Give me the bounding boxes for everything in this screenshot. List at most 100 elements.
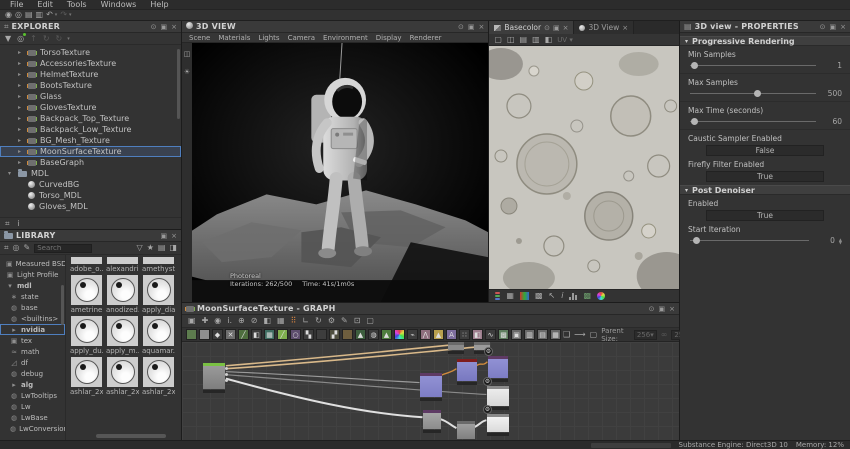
view3d-menu-renderer[interactable]: Renderer [407, 34, 445, 42]
explorer-scrollbar[interactable] [177, 49, 180, 119]
node-curve-icon[interactable]: ∿ [485, 329, 496, 340]
channels-icon[interactable] [495, 292, 501, 300]
node-mtn-icon[interactable]: ⋀ [420, 329, 431, 340]
node-clay-icon[interactable] [342, 329, 353, 340]
tree-item-backpack_top_texture[interactable]: ▸ Backpack_Top_Texture [0, 113, 181, 124]
node-g2-icon[interactable]: ▥ [524, 329, 535, 340]
capture-icon[interactable]: ◫ [184, 49, 191, 59]
float-icon[interactable]: ▣ [468, 23, 475, 31]
zoom-icon[interactable]: ⊕ [238, 316, 245, 326]
min-samples-slider[interactable] [688, 61, 818, 70]
link-icon[interactable]: ◎ [17, 32, 27, 44]
output-pin[interactable] [225, 367, 228, 370]
dropdown-arrow-icon[interactable]: ▾ [55, 12, 58, 18]
library-asset[interactable]: apply_dia... [142, 275, 175, 314]
node-blocks-icon[interactable]: ▚ [303, 329, 314, 340]
view3d-viewport[interactable]: ◫ ☀ Photoreal Iterations: 262/500 Time: … [182, 43, 489, 302]
frame-all-icon[interactable]: ▣ [188, 316, 196, 326]
add-folder-icon[interactable]: ⌗ [4, 243, 9, 253]
graph-node[interactable] [423, 410, 441, 433]
new-view-icon[interactable]: ▢ [494, 35, 502, 45]
node-grass-icon[interactable]: ▲ [355, 329, 366, 340]
view-grid-icon[interactable]: ◨ [169, 243, 177, 253]
close-icon[interactable]: × [622, 24, 628, 32]
denoiser-enabled-button[interactable]: True [706, 210, 824, 221]
menu-edit[interactable]: Edit [31, 0, 59, 9]
tree-item-bg_mesh_texture[interactable]: ▸ BG_Mesh_Texture [0, 135, 181, 146]
export-icon[interactable]: ⊡ [354, 316, 361, 326]
gradient-icon[interactable] [519, 292, 529, 300]
float-icon[interactable]: ▣ [830, 23, 837, 31]
library-tree-mdl[interactable]: ▾ mdl [0, 280, 65, 291]
library-tree-tex[interactable]: ▣ tex [0, 335, 65, 346]
pen-icon[interactable]: ✎ [341, 316, 348, 326]
library-asset[interactable]: ashlar_2x... [142, 357, 175, 396]
paste-view-icon[interactable]: ▥ [532, 35, 540, 45]
checker-icon[interactable]: ▦ [506, 291, 514, 301]
info-icon[interactable]: i. [227, 316, 232, 326]
pin-icon[interactable]: ⊙ [820, 23, 826, 31]
section-progressive-rendering[interactable]: ▾ Progressive Rendering [680, 36, 850, 46]
close-icon[interactable]: × [563, 24, 569, 32]
chevron-right-icon[interactable]: ▸ [18, 137, 24, 144]
snapshot-icon[interactable]: ◉ [214, 316, 221, 326]
float-icon[interactable]: ▣ [161, 232, 168, 240]
frame-node-icon[interactable]: ▢ [590, 330, 598, 340]
tab-3d-view[interactable]: 3D View × [574, 21, 635, 34]
open-icon[interactable]: ▤ [25, 10, 33, 20]
menu-windows[interactable]: Windows [95, 0, 143, 9]
dots-grid-icon[interactable]: ⠿ [291, 316, 297, 326]
node-gray-icon[interactable] [199, 329, 210, 340]
unlink-icon[interactable]: ⊘ [251, 316, 258, 326]
chevron-right-icon[interactable]: ▸ [18, 148, 24, 155]
close-icon[interactable]: × [479, 23, 485, 31]
save-icon[interactable]: ▼ [5, 34, 11, 44]
link-substance-icon[interactable]: ◎ [15, 10, 22, 20]
library-asset[interactable]: ametrine [70, 275, 103, 314]
pin-icon[interactable]: ⊙ [458, 23, 464, 31]
library-tree-df[interactable]: ◿ df [0, 357, 65, 368]
reload-all-icon[interactable]: ↻ [56, 34, 63, 44]
float-icon[interactable]: ▣ [161, 23, 168, 31]
view3d-menu-environment[interactable]: Environment [320, 34, 371, 42]
caustic-sampler-button[interactable]: False [706, 145, 824, 156]
chevron-right-icon[interactable]: ▸ [18, 115, 24, 122]
tree-item-gloves_mdl[interactable]: Gloves_MDL [0, 201, 181, 212]
menu-tools[interactable]: Tools [61, 0, 93, 9]
library-asset[interactable]: aquamar... [142, 316, 175, 355]
favorites-icon[interactable]: ★ [147, 243, 154, 253]
view2d-viewport[interactable] [489, 46, 679, 289]
view3d-menu-display[interactable]: Display [373, 34, 405, 42]
library-tree-light profile[interactable]: ▣ Light Profile [0, 269, 65, 280]
chevron-right-icon[interactable]: ▸ [18, 82, 24, 89]
info-icon[interactable]: i [561, 291, 563, 301]
grid-icon[interactable]: ▩ [535, 291, 543, 301]
graph-node[interactable] [457, 421, 475, 439]
pin-icon[interactable]: ⊙ [151, 23, 157, 31]
chevron-right-icon[interactable]: ▸ [18, 49, 24, 56]
library-tree-debug[interactable]: ◍ debug [0, 368, 65, 379]
node-paint-icon[interactable]: ◧ [472, 329, 483, 340]
library-asset[interactable]: ashlar_2x... [70, 357, 103, 396]
tree-item-moonsurfacetexture[interactable]: ▸ MoonSurfaceTexture [0, 146, 181, 157]
graph-node[interactable] [420, 373, 442, 401]
view-list-icon[interactable]: ▤ [158, 243, 166, 253]
float-icon[interactable]: ▣ [659, 305, 666, 313]
library-tree-lwtooltips[interactable]: ◍ LwTooltips [0, 390, 65, 401]
node-bucket-icon[interactable]: ◧ [251, 329, 262, 340]
color-wheel-icon[interactable] [597, 292, 605, 300]
node-warn-icon[interactable]: ▲ [433, 329, 444, 340]
node-tri-icon[interactable]: ▲ [381, 329, 392, 340]
tree-item-curvedbg[interactable]: CurvedBG [0, 179, 181, 190]
library-tree-alg[interactable]: ▸ alg [0, 379, 65, 390]
chevron-right-icon[interactable]: ▸ [18, 71, 24, 78]
library-tree-state[interactable]: ∗ state [0, 291, 65, 302]
float-icon[interactable]: ▣ [553, 24, 560, 32]
graph-node[interactable] [203, 363, 228, 393]
library-asset[interactable]: ashlar_2x... [106, 357, 139, 396]
node-dark1-icon[interactable] [316, 329, 327, 340]
hierarchy-icon[interactable]: ⌗ [5, 219, 10, 229]
library-tree-measured bsdf[interactable]: ▣ Measured BSDF [0, 258, 65, 269]
output-pin[interactable] [225, 379, 228, 382]
tree-item-torso_mdl[interactable]: Torso_MDL [0, 190, 181, 201]
